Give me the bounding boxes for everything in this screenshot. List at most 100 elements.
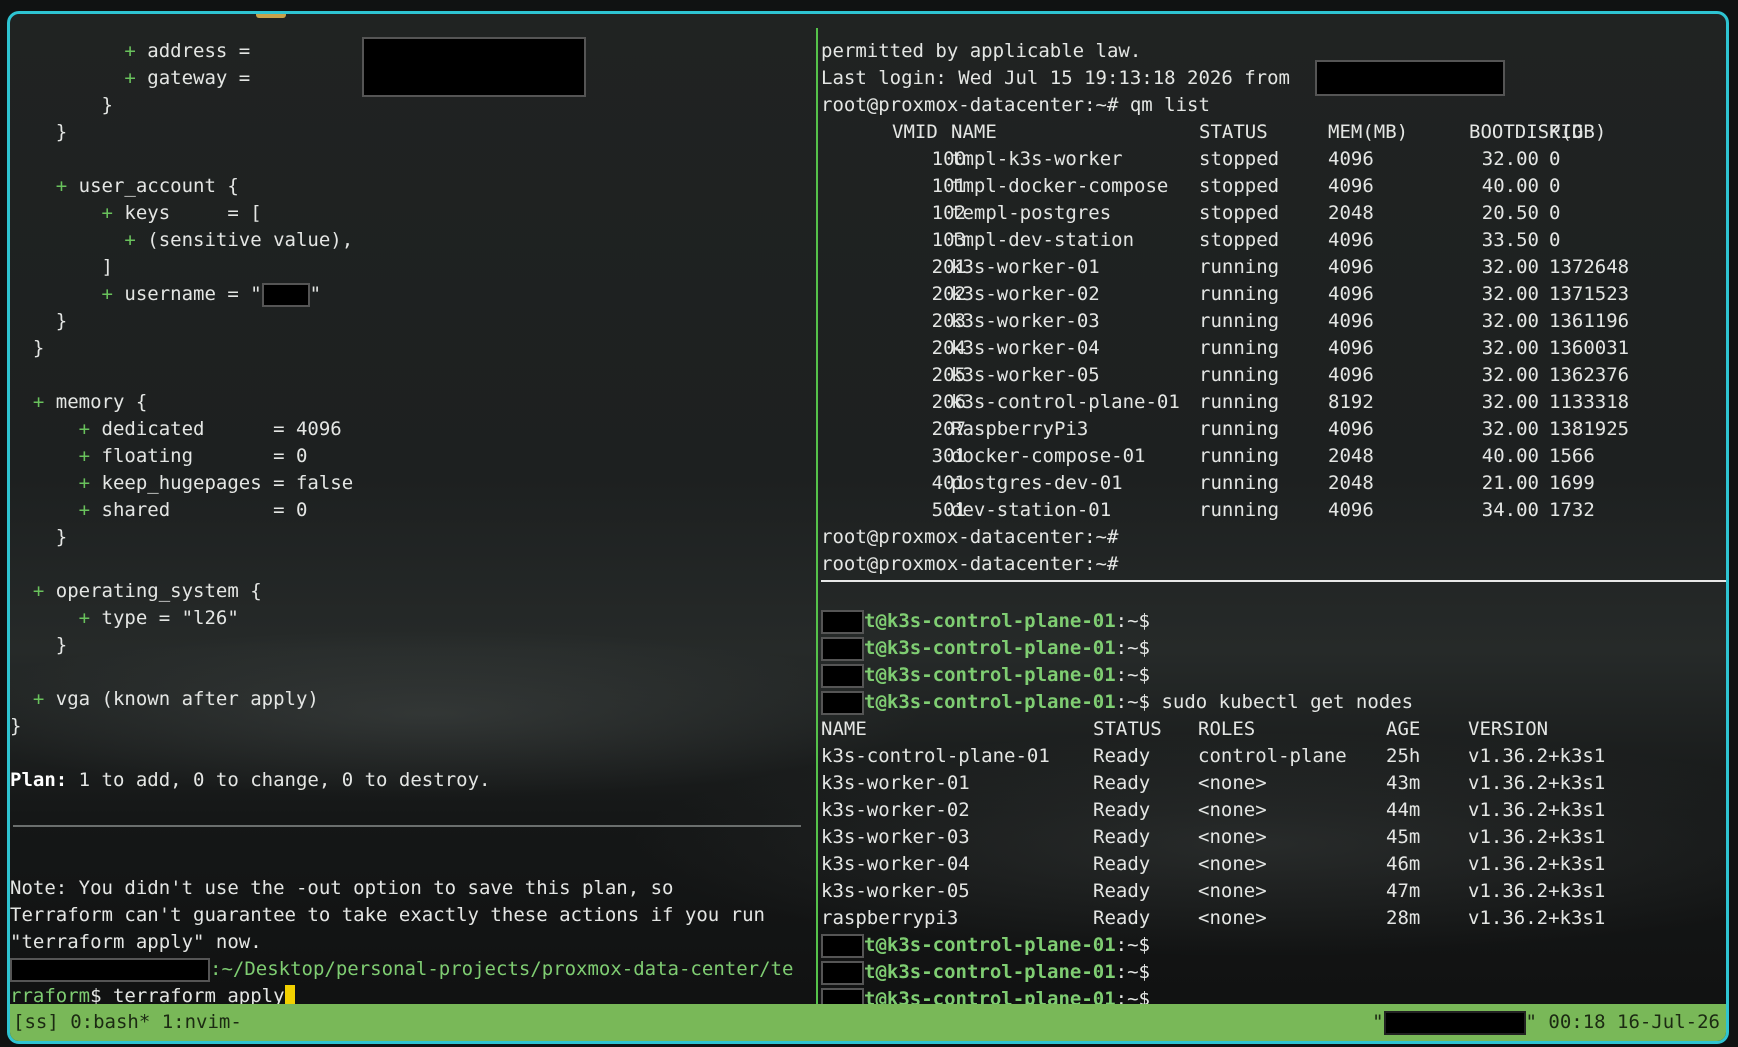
table-cell: <none> — [1198, 907, 1267, 929]
output-line: Last login: Wed Jul 15 19:13:18 2026 fro… — [821, 60, 1505, 96]
table-cell: Ready — [1093, 853, 1151, 875]
table-cell: 34.00 — [1481, 499, 1539, 521]
table-cell: k3s-control-plane-01 — [821, 745, 1050, 767]
table-cell: Ready — [1093, 826, 1151, 848]
table-cell: v1.36.2+k3s1 — [1468, 826, 1606, 848]
plan-line: } — [10, 337, 45, 359]
plan-line: + user_account { — [10, 175, 239, 197]
shell-prompt: t@k3s-control-plane-01:~$ — [821, 635, 1150, 662]
table-cell: k3s-worker-04 — [821, 853, 970, 875]
table-cell: 1360031 — [1549, 337, 1630, 359]
plan-summary: Plan: 1 to add, 0 to change, 0 to destro… — [10, 769, 491, 791]
table-cell: 0 — [1549, 229, 1561, 251]
command-input[interactable]: terraform apply — [113, 985, 285, 1004]
table-cell: v1.36.2+k3s1 — [1468, 880, 1606, 902]
status-clock: 00:18 16-Jul-26 — [1536, 1011, 1720, 1033]
table-cell: 0 — [1549, 175, 1561, 197]
plan-line: + shared = 0 — [10, 499, 308, 521]
column-header: NAME — [821, 718, 867, 740]
shell-prompt: t@k3s-control-plane-01:~$ — [821, 959, 1150, 986]
table-cell: raspberrypi3 — [821, 907, 959, 929]
pane-divider-vertical[interactable] — [816, 28, 818, 1004]
column-header: VERSION — [1468, 718, 1549, 740]
table-cell: 1362376 — [1549, 364, 1630, 386]
redacted-block — [362, 37, 586, 97]
plan-line: } — [10, 526, 68, 548]
table-cell: 0 — [1549, 202, 1561, 224]
table-cell: 47m — [1386, 880, 1421, 902]
table-cell: Ready — [1093, 745, 1151, 767]
redacted-username — [261, 282, 310, 307]
pane-kubernetes[interactable]: t@k3s-control-plane-01:~$ t@k3s-control-… — [821, 584, 1726, 1004]
redacted-user — [821, 609, 864, 634]
table-cell: 28m — [1386, 907, 1421, 929]
output-line: permitted by applicable law. — [821, 40, 1142, 62]
terminal-window: + address = + gateway = } } + user_accou… — [7, 11, 1729, 1044]
table-cell: 46m — [1386, 853, 1421, 875]
table-cell: 32.00 — [1481, 148, 1539, 170]
table-cell: 1371523 — [1549, 283, 1630, 305]
tmux-status-bar: [ss] 0:bash* 1:nvim- " " 00:18 16-Jul-26 — [10, 1004, 1726, 1041]
plan-line: ] — [10, 256, 113, 278]
table-cell: 44m — [1386, 799, 1421, 821]
table-cell: 25h — [1386, 745, 1421, 767]
shell-prompt: :~/Desktop/personal-projects/proxmox-dat… — [10, 956, 793, 983]
shell-prompt-line[interactable]: rraform$ terraform apply — [10, 983, 295, 1004]
table-cell: 21.00 — [1481, 472, 1539, 494]
redacted-user — [10, 957, 210, 982]
column-header: ROLES — [1198, 718, 1256, 740]
table-cell: 32.00 — [1481, 283, 1539, 305]
table-cell: 32.00 — [1481, 418, 1539, 440]
table-cell: 43m — [1386, 772, 1421, 794]
text-cursor — [284, 984, 295, 1004]
plan-line: + username = " " — [10, 282, 322, 307]
table-cell: 32.00 — [1481, 391, 1539, 413]
redacted-user — [821, 987, 864, 1004]
plan-line: } — [10, 634, 68, 656]
table-cell: control-plane — [1198, 745, 1347, 767]
table-cell: v1.36.2+k3s1 — [1468, 745, 1606, 767]
plan-line: + address = — [10, 37, 586, 97]
table-cell: v1.36.2+k3s1 — [1468, 799, 1606, 821]
pane-proxmox[interactable]: permitted by applicable law. Last login:… — [821, 14, 1726, 577]
redacted-user — [821, 636, 864, 661]
table-cell: Ready — [1093, 907, 1151, 929]
table-cell: 33.50 — [1481, 229, 1539, 251]
plan-line: } — [10, 94, 113, 116]
plan-line: + type = "l26" — [10, 607, 239, 629]
shell-prompt[interactable]: root@proxmox-datacenter:~# — [821, 551, 1118, 577]
redacted-user — [821, 663, 864, 688]
table-cell: v1.36.2+k3s1 — [1468, 907, 1606, 929]
table-cell: Ready — [1093, 772, 1151, 794]
redacted-hostname — [1383, 1010, 1526, 1035]
plan-line: + keep_hugepages = false — [10, 472, 354, 494]
table-cell: 20.50 — [1481, 202, 1539, 224]
pane-divider-horizontal[interactable] — [821, 580, 1726, 582]
table-cell: Ready — [1093, 880, 1151, 902]
table-cell: <none> — [1198, 772, 1267, 794]
table-cell: 32.00 — [1481, 310, 1539, 332]
plan-line: } — [10, 715, 22, 737]
table-cell: k3s-worker-03 — [821, 826, 970, 848]
plan-line: + keys = [ — [10, 202, 262, 224]
pane-terraform[interactable]: + address = + gateway = } } + user_accou… — [10, 14, 813, 1004]
table-cell: 32.00 — [1481, 364, 1539, 386]
plan-line: + operating_system { — [10, 580, 262, 602]
column-header: PID — [1549, 121, 1584, 143]
tmux-window-list[interactable]: [ss] 0:bash* 1:nvim- — [13, 1004, 242, 1041]
note-line: "terraform apply" now. — [10, 931, 262, 953]
column-header: AGE — [1386, 718, 1421, 740]
plan-line: + gateway = — [10, 67, 262, 89]
plan-line: + vga (known after apply) — [10, 688, 319, 710]
table-cell: k3s-worker-05 — [821, 880, 970, 902]
plan-line: + dedicated = 4096 — [10, 418, 342, 440]
column-header: VMID — [892, 121, 938, 143]
table-cell: k3s-worker-02 — [821, 799, 970, 821]
table-cell: 40.00 — [1481, 445, 1539, 467]
shell-prompt: t@k3s-control-plane-01:~$ sudo kubectl g… — [821, 689, 1413, 716]
shell-prompt[interactable]: t@k3s-control-plane-01:~$ — [821, 986, 1150, 1004]
table-cell: 1699 — [1549, 472, 1595, 494]
table-cell: 1133318 — [1549, 391, 1630, 413]
plan-line: + memory { — [10, 391, 148, 413]
column-header: MEM(MB) — [1328, 121, 1409, 143]
